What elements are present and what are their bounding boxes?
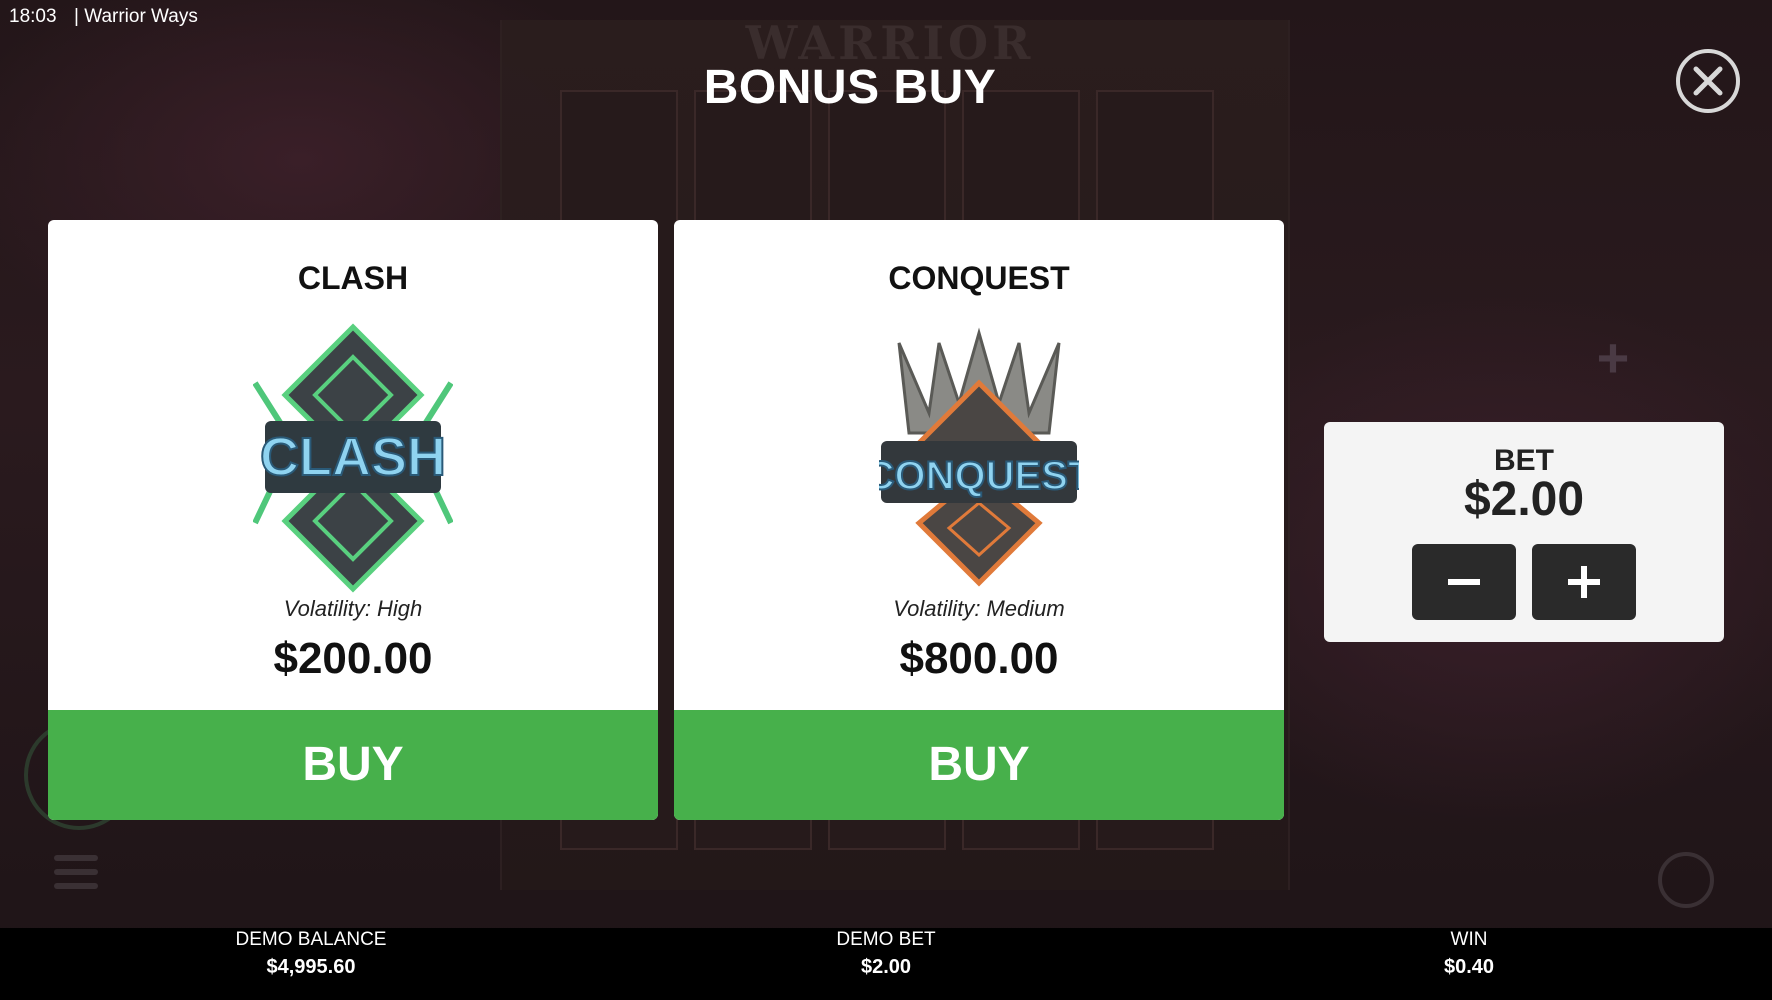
conquest-emblem-icon: CONQUEST [879,327,1079,587]
demo-balance-label: DEMO BALANCE [235,929,387,950]
bonus-price: $200.00 [273,634,433,683]
close-icon [1693,66,1723,96]
bonus-buy-title: BONUS BUY [703,61,997,114]
win: WIN $0.40 [1319,928,1619,979]
game-name: | Warrior Ways [74,6,198,27]
demo-balance: DEMO BALANCE $4,995.60 [161,928,461,979]
autoplay-icon [1658,852,1714,908]
game-screen: WARRIOR + 18:03 | Warrior Ways BONUS BUY… [0,0,1772,1000]
buy-conquest-button[interactable]: BUY [674,710,1284,820]
clash-emblem-icon: CLASH [253,323,453,593]
win-label: WIN [1450,929,1488,950]
svg-text:CLASH: CLASH [260,427,446,487]
menu-icon [54,855,98,893]
card-title: CLASH [297,260,409,296]
clock: 18:03 [9,6,57,27]
minus-icon [1448,579,1480,585]
card-title: CONQUEST [888,260,1070,296]
plus-icon [1568,566,1600,598]
bonus-price: $800.00 [899,634,1059,683]
bottom-info-bar: DEMO BALANCE $4,995.60 DEMO BET $2.00 WI… [0,928,1772,1000]
volatility-label: Volatility: Medium [893,596,1065,621]
demo-bet-label: DEMO BET [836,929,936,950]
bonus-card-conquest: CONQUEST CONQUEST Volatility:Medium $800… [674,220,1284,820]
demo-balance-value: $4,995.60 [266,956,356,978]
buy-clash-button[interactable]: BUY [48,710,658,820]
bet-value: $2.00 [1463,473,1585,526]
svg-text:CONQUEST: CONQUEST [879,454,1079,498]
win-value: $0.40 [1443,956,1495,978]
background-plus-icon: + [1596,326,1630,389]
demo-bet: DEMO BET $2.00 [736,928,1036,979]
demo-bet-value: $2.00 [860,956,912,978]
decrease-bet-button[interactable] [1412,544,1516,620]
close-button[interactable] [1676,49,1740,113]
bonus-card-clash: CLASH CLASH Volatility: High $200.00 BUY [48,220,658,820]
volatility-label: Volatility: High [283,596,423,621]
bet-panel: BET $2.00 [1324,422,1724,642]
increase-bet-button[interactable] [1532,544,1636,620]
